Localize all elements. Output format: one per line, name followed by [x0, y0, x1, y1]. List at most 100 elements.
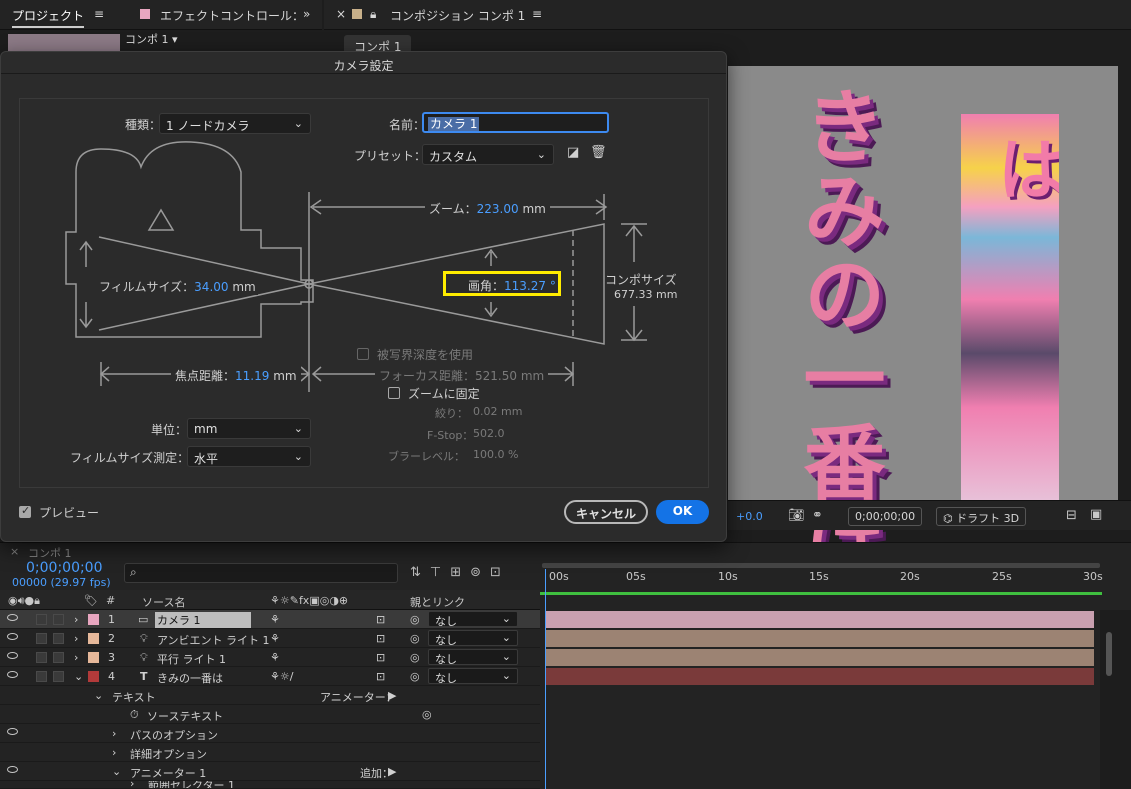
3d-view-icon[interactable]: ⊟ [1066, 508, 1077, 523]
3d-switch-icon[interactable]: ⊡ [376, 613, 385, 626]
property-row[interactable]: ⌄ テキスト アニメーター： ▶ [0, 686, 540, 705]
lock-toggle[interactable] [53, 652, 64, 663]
cancel-button[interactable]: キャンセル [564, 500, 648, 524]
comp-menu-icon[interactable]: ≡ [532, 7, 542, 21]
expand-chevron-icon[interactable]: › [130, 781, 134, 788]
layer-row[interactable]: › 2 💡︎ アンビエント ライト 1 ⚘ ⊡ ◎ なし ⌄ [0, 629, 540, 648]
renderer-button[interactable]: ⌬ ドラフト 3D [936, 507, 1027, 526]
label-color-swatch[interactable] [88, 671, 99, 682]
color-channel-icon[interactable]: ⚭ [812, 508, 823, 523]
property-row[interactable]: › 範囲セレクター 1 [0, 781, 540, 789]
layer-bar[interactable] [546, 611, 1094, 628]
visibility-eye-icon[interactable] [7, 614, 18, 621]
stopwatch-icon[interactable]: ⏱︎ [130, 708, 139, 722]
layer-name[interactable]: アンビエント ライト 1 [157, 632, 270, 648]
property-row[interactable]: › パスのオプション [0, 724, 540, 743]
tab-project[interactable]: プロジェクト [12, 7, 85, 28]
visibility-eye-icon[interactable] [7, 652, 18, 659]
solo-toggle[interactable] [36, 652, 47, 663]
layer-name[interactable]: カメラ 1 [155, 612, 251, 628]
expand-chevron-icon[interactable]: › [74, 613, 78, 626]
measure-select[interactable]: 水平 ⌄ [187, 446, 311, 467]
pickwhip-icon[interactable]: ◎ [422, 708, 432, 721]
solo-toggle[interactable] [36, 633, 47, 644]
layer-row[interactable]: ⌄ 4 T きみの一番は ⚘☼/ ⊡ ◎ なし ⌄ [0, 667, 540, 686]
solo-toggle[interactable] [36, 614, 47, 625]
property-row[interactable]: › 詳細オプション [0, 743, 540, 762]
3d-switch-icon[interactable]: ⊡ [376, 632, 385, 645]
visibility-eye-icon[interactable] [7, 728, 18, 735]
parent-select[interactable]: なし ⌄ [428, 611, 518, 628]
tab-effect-controls[interactable]: エフェクトコントロール： [160, 7, 304, 24]
timeline-scrollbar[interactable] [1106, 632, 1112, 676]
add-property-icon[interactable]: ▶ [388, 765, 396, 778]
timeline-switches-icons[interactable]: ⇅⊤⊞⊚⊡ [410, 565, 510, 580]
pickwhip-icon[interactable]: ◎ [410, 632, 420, 645]
expand-chevron-icon[interactable]: › [112, 746, 116, 759]
label-color-swatch[interactable] [88, 652, 99, 663]
pickwhip-icon[interactable]: ◎ [410, 651, 420, 664]
layer-bar[interactable] [546, 649, 1094, 666]
animator-add-icon[interactable]: ▶ [388, 689, 396, 702]
parent-select[interactable]: なし ⌄ [428, 630, 518, 647]
units-select[interactable]: mm ⌄ [187, 418, 311, 439]
current-time-indicator[interactable] [545, 569, 546, 789]
shy-switch-icon[interactable]: ⚘ [270, 651, 280, 664]
label-color-swatch[interactable] [88, 614, 99, 625]
property-row[interactable]: ⏱︎ ソーステキスト ◎ [0, 705, 540, 724]
lock-icon[interactable]: 🔒︎ [370, 7, 376, 22]
shy-switch-icon[interactable]: ⚘☼/ [270, 670, 293, 683]
layer-search-input[interactable]: ⌕ [124, 563, 398, 583]
layer-name[interactable]: 平行 ライト 1 [157, 651, 226, 667]
tab-composition[interactable]: コンポジション コンポ 1 [390, 7, 525, 24]
layer-name[interactable]: きみの一番は [157, 670, 223, 686]
layer-row[interactable]: › 1 ▭ カメラ 1 ⚘ ⊡ ◎ なし ⌄ [0, 610, 540, 629]
overflow-chevron-icon[interactable]: » [303, 7, 310, 21]
project-item-name[interactable]: コンポ 1 ▾ [125, 31, 178, 47]
solo-toggle[interactable] [36, 671, 47, 682]
visibility-eye-icon[interactable] [7, 671, 18, 678]
collapse-chevron-icon[interactable]: ⌄ [74, 670, 83, 683]
focal-value[interactable]: 11.19 [235, 369, 269, 383]
3d-switch-icon[interactable]: ⊡ [376, 651, 385, 664]
parent-select[interactable]: なし ⌄ [428, 668, 518, 685]
close-icon[interactable]: × [336, 7, 346, 21]
pickwhip-icon[interactable]: ◎ [410, 613, 420, 626]
layer-bar[interactable] [546, 668, 1094, 685]
viewer-timecode[interactable]: 0;00;00;00 [848, 507, 923, 526]
lock-toggle[interactable] [53, 614, 64, 625]
property-row[interactable]: ⌄ アニメーター 1 追加： ▶ [0, 762, 540, 781]
dof-checkbox[interactable] [357, 348, 369, 360]
visibility-eye-icon[interactable] [7, 766, 18, 773]
visibility-eye-icon[interactable] [7, 633, 18, 640]
composition-viewer[interactable] [728, 66, 1118, 500]
panel-menu-icon[interactable]: ≡ [94, 7, 104, 21]
timeline-timecode[interactable]: 0;00;00;00 [26, 560, 103, 576]
fast-preview-icon[interactable]: ▣ [1090, 507, 1102, 522]
expand-chevron-icon[interactable]: › [112, 727, 116, 740]
preview-checkbox[interactable] [19, 504, 31, 518]
camera-snapshot-icon[interactable]: 📷︎ [788, 508, 805, 523]
shy-switch-icon[interactable]: ⚘ [270, 632, 280, 645]
ok-button[interactable]: OK [656, 500, 709, 524]
lock-zoom-checkbox[interactable] [388, 387, 400, 399]
film-size-value[interactable]: 34.00 [194, 280, 228, 294]
col-parent-link[interactable]: 親とリンク [410, 594, 465, 610]
collapse-chevron-icon[interactable]: ⌄ [112, 765, 121, 778]
collapse-chevron-icon[interactable]: ⌄ [94, 689, 103, 702]
zoom-value[interactable]: 223.00 [477, 202, 519, 216]
work-area-bar[interactable] [542, 563, 1100, 568]
shy-switch-icon[interactable]: ⚘ [270, 613, 280, 626]
pickwhip-icon[interactable]: ◎ [410, 670, 420, 683]
layer-row[interactable]: › 3 💡︎ 平行 ライト 1 ⚘ ⊡ ◎ なし ⌄ [0, 648, 540, 667]
lock-toggle[interactable] [53, 671, 64, 682]
exposure-value[interactable]: +0.0 [736, 510, 763, 523]
expand-chevron-icon[interactable]: › [74, 651, 78, 664]
expand-chevron-icon[interactable]: › [74, 632, 78, 645]
parent-select[interactable]: なし ⌄ [428, 649, 518, 666]
3d-switch-icon[interactable]: ⊡ [376, 670, 385, 683]
lock-toggle[interactable] [53, 633, 64, 644]
label-color-swatch[interactable] [88, 633, 99, 644]
layer-bar[interactable] [546, 630, 1094, 647]
col-source-name[interactable]: ソース名 [142, 594, 185, 610]
